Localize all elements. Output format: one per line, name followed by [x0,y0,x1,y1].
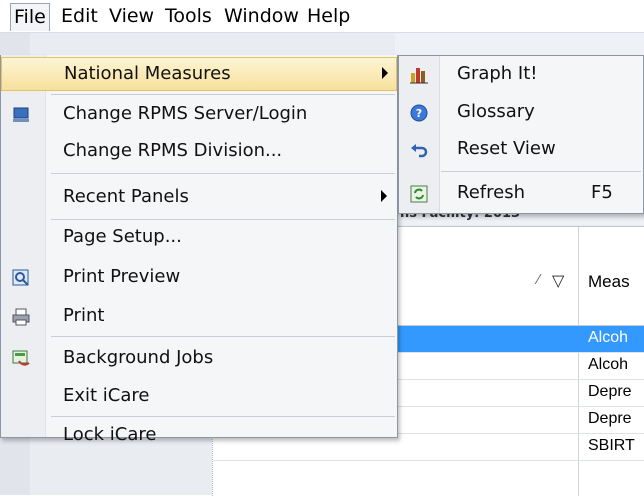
submenu-item-reset-view[interactable]: Reset View [399,133,643,167]
menu-item-change-server[interactable]: Change RPMS Server/Login [1,98,397,132]
submenu-item-label: Reset View [457,138,556,159]
menu-item-change-division[interactable]: Change RPMS Division... [1,135,397,169]
menu-item-label: Page Setup... [63,226,182,247]
menu-item-label: Print Preview [63,266,181,287]
menu-view[interactable]: View [106,3,157,29]
menu-item-print[interactable]: Print [1,300,397,334]
menu-item-label: National Measures [64,63,231,84]
menu-item-recent-panels[interactable]: Recent Panels [1,181,397,215]
help-icon: ? [409,103,429,123]
menu-item-national-measures[interactable]: National Measures [1,57,397,91]
print-preview-icon [11,268,31,288]
sort-icon[interactable]: ⁄ [537,273,539,288]
undo-icon [409,140,429,160]
submenu-item-label: Glossary [457,101,535,122]
menu-separator [51,336,395,337]
svg-text:?: ? [416,107,422,120]
menu-item-label: Print [63,305,105,326]
submenu-item-label: Refresh [457,182,525,203]
table-cell: Depre [588,410,632,427]
submenu-item-glossary[interactable]: ? Glossary [399,96,643,130]
refresh-icon [409,184,429,204]
menu-bar: File Edit View Tools Window Help [0,0,644,33]
submenu-item-graph-it[interactable]: Graph It! [399,58,643,92]
menu-file[interactable]: File [10,3,50,31]
menu-window[interactable]: Window [221,3,302,29]
menu-edit[interactable]: Edit [58,3,101,29]
table-cell: Depre [588,383,632,400]
column-header-measure[interactable]: Meas [588,272,630,292]
printer-icon [11,307,31,327]
submenu-arrow-icon [382,67,388,79]
national-measures-submenu: Graph It! ? Glossary Reset View Refresh … [398,55,644,214]
table-cell: SBIRT [588,437,635,454]
submenu-arrow-icon [381,190,387,202]
menu-item-label: Recent Panels [63,186,189,207]
filter-icon[interactable]: ▽ [552,271,564,290]
menu-item-label: Change RPMS Division... [63,140,283,161]
file-menu: National Measures Change RPMS Server/Log… [0,55,398,445]
bar-chart-icon [409,65,429,85]
table-row[interactable]: SBIRT [213,434,644,461]
submenu-item-refresh[interactable]: Refresh F5 [399,177,643,211]
menu-item-background-jobs[interactable]: Background Jobs [1,342,397,376]
menu-separator [51,173,395,174]
menu-help[interactable]: Help [304,3,353,29]
menu-separator [51,219,395,220]
menu-tools[interactable]: Tools [162,3,215,29]
menu-separator [51,94,395,95]
server-icon [11,105,31,125]
menu-item-label: Background Jobs [63,347,214,368]
menu-item-page-setup[interactable]: Page Setup... [1,221,397,255]
menu-item-label: Change RPMS Server/Login [63,103,308,124]
shortcut-label: F5 [591,182,613,203]
menu-separator [441,171,641,172]
menu-item-label: Lock iCare [63,424,157,445]
table-cell: Alcoh [588,356,629,373]
background-jobs-icon [11,349,31,369]
submenu-item-label: Graph It! [457,63,538,84]
menu-item-lock[interactable]: Lock iCare [1,398,397,445]
menu-item-print-preview[interactable]: Print Preview [1,261,397,295]
table-cell: Alcoh [588,329,629,346]
